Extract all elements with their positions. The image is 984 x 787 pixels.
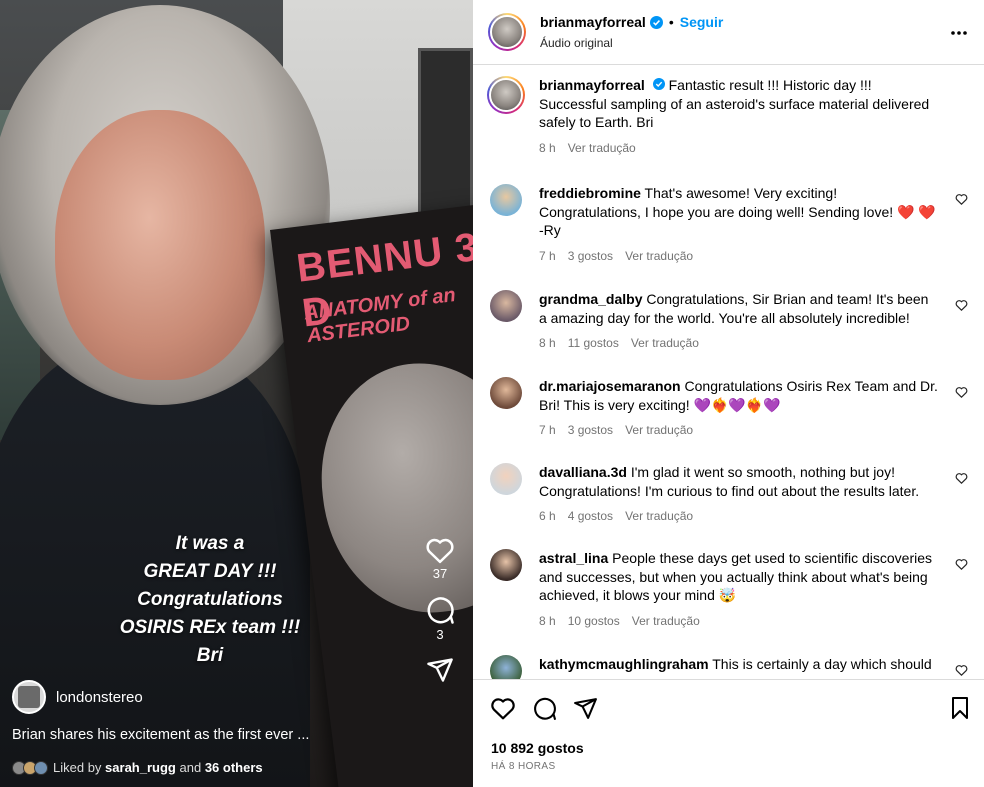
heart-icon[interactable] <box>955 557 968 575</box>
translate-link[interactable]: Ver tradução <box>632 614 700 628</box>
comment-icon[interactable] <box>532 696 573 726</box>
video-like-count: 37 <box>432 566 448 581</box>
heart-icon[interactable] <box>955 663 968 679</box>
comment-time[interactable]: 7 h <box>539 423 556 437</box>
comment-username[interactable]: freddiebromine <box>539 185 641 201</box>
avatar[interactable] <box>490 184 522 216</box>
avatar[interactable] <box>490 549 522 581</box>
comment-item: astral_lina People these days get used t… <box>490 549 970 630</box>
video-author[interactable]: londonstereo <box>12 680 143 714</box>
overlay-line: OSIRIS REx team !!! <box>119 617 301 638</box>
comment-likes[interactable]: 10 gostos <box>568 614 620 628</box>
comment-text: This is certainly a day which should <box>712 656 932 672</box>
liked-by-prefix: Liked by <box>53 760 102 775</box>
comment-username[interactable]: astral_lina <box>539 550 608 566</box>
share-icon[interactable] <box>573 696 614 726</box>
liked-by-user[interactable]: sarah_rugg <box>105 760 176 775</box>
heart-icon[interactable] <box>955 385 968 403</box>
comment-username[interactable]: grandma_dalby <box>539 291 642 307</box>
separator-dot: • <box>668 14 674 30</box>
video-overlay-text: It was a GREAT DAY !!! Congratulations O… <box>0 530 420 670</box>
overlay-line: Congratulations <box>137 589 283 610</box>
verified-icon <box>649 15 663 29</box>
comment-likes[interactable]: 11 gostos <box>568 336 619 350</box>
overlay-line: Bri <box>196 645 224 666</box>
translate-link[interactable]: Ver tradução <box>631 336 699 350</box>
post-username[interactable]: brianmayforreal <box>539 77 645 93</box>
avatar[interactable] <box>490 290 522 322</box>
person-face <box>55 110 265 380</box>
comment-likes[interactable]: 3 gostos <box>568 249 613 263</box>
comment-item: dr.mariajosemaranon Congratulations Osir… <box>490 377 970 440</box>
comment-username[interactable]: kathymcmaughlingraham <box>539 656 709 672</box>
post-timestamp[interactable]: HÁ 8 HORAS <box>491 761 556 772</box>
overlay-line: GREAT DAY !!! <box>143 561 277 582</box>
avatar[interactable] <box>490 655 522 679</box>
comments-panel: brianmayforreal • Seguir Áudio original … <box>473 0 984 787</box>
comment-item: grandma_dalby Congratulations, Sir Brian… <box>490 290 970 353</box>
post-header: brianmayforreal • Seguir Áudio original <box>473 0 984 65</box>
video-caption[interactable]: Brian shares his excitement as the first… <box>12 727 309 743</box>
heart-icon[interactable] <box>955 298 968 316</box>
heart-icon[interactable] <box>490 696 532 726</box>
liked-by-avatars <box>12 760 48 775</box>
translate-link[interactable]: Ver tradução <box>625 423 693 437</box>
video-comment-count: 3 <box>436 627 444 642</box>
translate-link[interactable]: Ver tradução <box>625 509 693 523</box>
comment-item: kathymcmaughlingraham This is certainly … <box>490 655 970 679</box>
heart-icon[interactable] <box>955 471 968 489</box>
author-avatar[interactable] <box>12 680 46 714</box>
translate-link[interactable]: Ver tradução <box>625 249 693 263</box>
comment-time[interactable]: 8 h <box>539 614 556 628</box>
comment-time[interactable]: 8 h <box>539 336 556 350</box>
heart-icon[interactable] <box>955 192 968 210</box>
audio-label[interactable]: Áudio original <box>540 36 723 50</box>
verified-icon <box>652 78 665 90</box>
video-side-actions: 37 3 <box>420 536 460 684</box>
comment-icon[interactable] <box>420 595 460 625</box>
comment-item: davalliana.3d I'm glad it went so smooth… <box>490 463 970 526</box>
post-time[interactable]: 8 h <box>539 141 556 155</box>
overlay-line: It was a <box>175 533 245 554</box>
avatar[interactable] <box>490 377 522 409</box>
author-name[interactable]: londonstereo <box>56 689 143 706</box>
comment-time[interactable]: 6 h <box>539 509 556 523</box>
liked-by[interactable]: Liked by sarah_rugg and 36 others <box>12 760 263 775</box>
comment-item: freddiebromine That's awesome! Very exci… <box>490 184 970 265</box>
liked-by-others[interactable]: 36 others <box>205 760 263 775</box>
bookmark-icon[interactable] <box>949 696 971 725</box>
comment-username[interactable]: davalliana.3d <box>539 464 627 480</box>
reel-video[interactable]: BENNU 3-D ANATOMY of an ASTEROID It was … <box>0 0 473 787</box>
comment-username[interactable]: dr.mariajosemaranon <box>539 378 681 394</box>
share-icon[interactable] <box>420 656 460 684</box>
avatar[interactable] <box>490 463 522 495</box>
like-count[interactable]: 10 892 gostos <box>491 740 584 756</box>
comment-likes[interactable]: 4 gostos <box>568 509 613 523</box>
avatar[interactable] <box>488 13 526 51</box>
more-icon[interactable] <box>950 20 968 40</box>
comments-list[interactable]: brianmayforreal Fantastic result !!! His… <box>473 66 984 679</box>
header-username[interactable]: brianmayforreal <box>540 14 646 30</box>
post-actions: 10 892 gostos HÁ 8 HORAS <box>473 679 984 787</box>
translate-link[interactable]: Ver tradução <box>568 141 636 155</box>
comment-time[interactable]: 7 h <box>539 249 556 263</box>
follow-button[interactable]: Seguir <box>680 14 724 30</box>
heart-icon[interactable] <box>420 536 460 564</box>
liked-by-and: and <box>179 760 202 775</box>
comment-likes[interactable]: 3 gostos <box>568 423 613 437</box>
post-caption: brianmayforreal Fantastic result !!! His… <box>487 76 970 157</box>
avatar[interactable] <box>487 76 525 114</box>
